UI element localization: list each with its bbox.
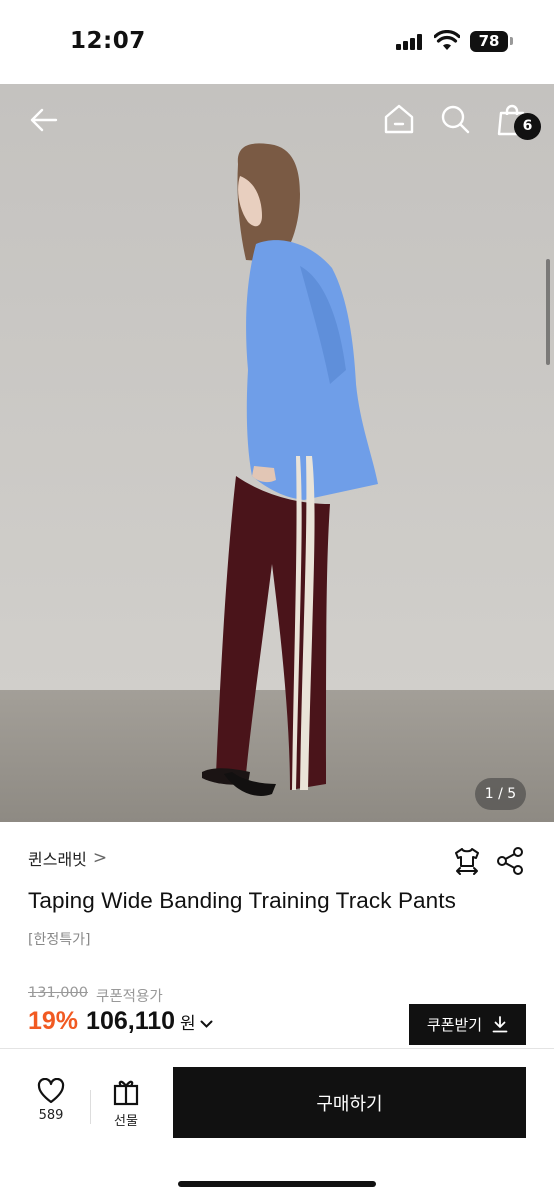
like-count: 589: [38, 1108, 64, 1123]
product-photo: [0, 84, 554, 822]
arrow-left-icon: [30, 108, 58, 132]
chevron-right-icon: >: [92, 848, 108, 868]
home-icon: [384, 104, 414, 134]
gift-button[interactable]: 선물: [100, 1078, 152, 1134]
promo-tag: [한정특가]: [28, 932, 91, 948]
brand-link[interactable]: 퀸스래빗 >: [28, 846, 107, 870]
download-icon: [492, 1016, 508, 1033]
buy-button[interactable]: 구매하기: [173, 1067, 526, 1138]
cart-count-badge: 6: [514, 113, 541, 140]
gift-icon: [113, 1080, 139, 1106]
currency-label: 원: [180, 1014, 196, 1034]
original-price: 131,000: [28, 985, 88, 1001]
section-divider: [0, 1048, 554, 1049]
product-title: Taping Wide Banding Training Track Pants: [28, 888, 456, 913]
heart-icon: [37, 1078, 65, 1104]
price-row[interactable]: 19% 106,110 원: [28, 1007, 213, 1036]
share-icon: [497, 847, 523, 875]
cellular-signal-icon: [396, 34, 424, 50]
coupon-button-label: 쿠폰받기: [426, 1016, 483, 1034]
sale-price: 106,110: [86, 1007, 176, 1035]
tshirt-size-icon: [455, 848, 479, 875]
image-counter: 1 / 5: [475, 778, 526, 810]
product-image-gallery[interactable]: 1 / 5: [0, 84, 554, 822]
get-coupon-button[interactable]: 쿠폰받기: [409, 1004, 526, 1045]
battery-indicator: 78: [470, 31, 508, 52]
gift-label: 선물: [114, 1114, 138, 1129]
scroll-indicator: [546, 259, 550, 365]
coupon-price-label: 쿠폰적용가: [96, 989, 163, 1005]
back-button[interactable]: [22, 100, 66, 140]
status-time: 12:07: [70, 28, 146, 54]
home-button[interactable]: [378, 98, 420, 140]
share-button[interactable]: [496, 846, 524, 876]
search-button[interactable]: [434, 98, 476, 140]
battery-tip: [510, 37, 513, 45]
home-indicator: [178, 1181, 376, 1187]
wifi-icon: [434, 30, 460, 50]
discount-rate: 19%: [28, 1007, 79, 1035]
bottom-separator: [90, 1090, 91, 1124]
brand-name: 퀸스래빗: [28, 850, 87, 869]
status-bar: 12:07 78: [0, 0, 554, 84]
search-icon: [441, 105, 470, 134]
chevron-down-icon: [200, 1017, 213, 1033]
size-guide-button[interactable]: [452, 846, 482, 876]
like-button[interactable]: 589: [24, 1078, 78, 1134]
